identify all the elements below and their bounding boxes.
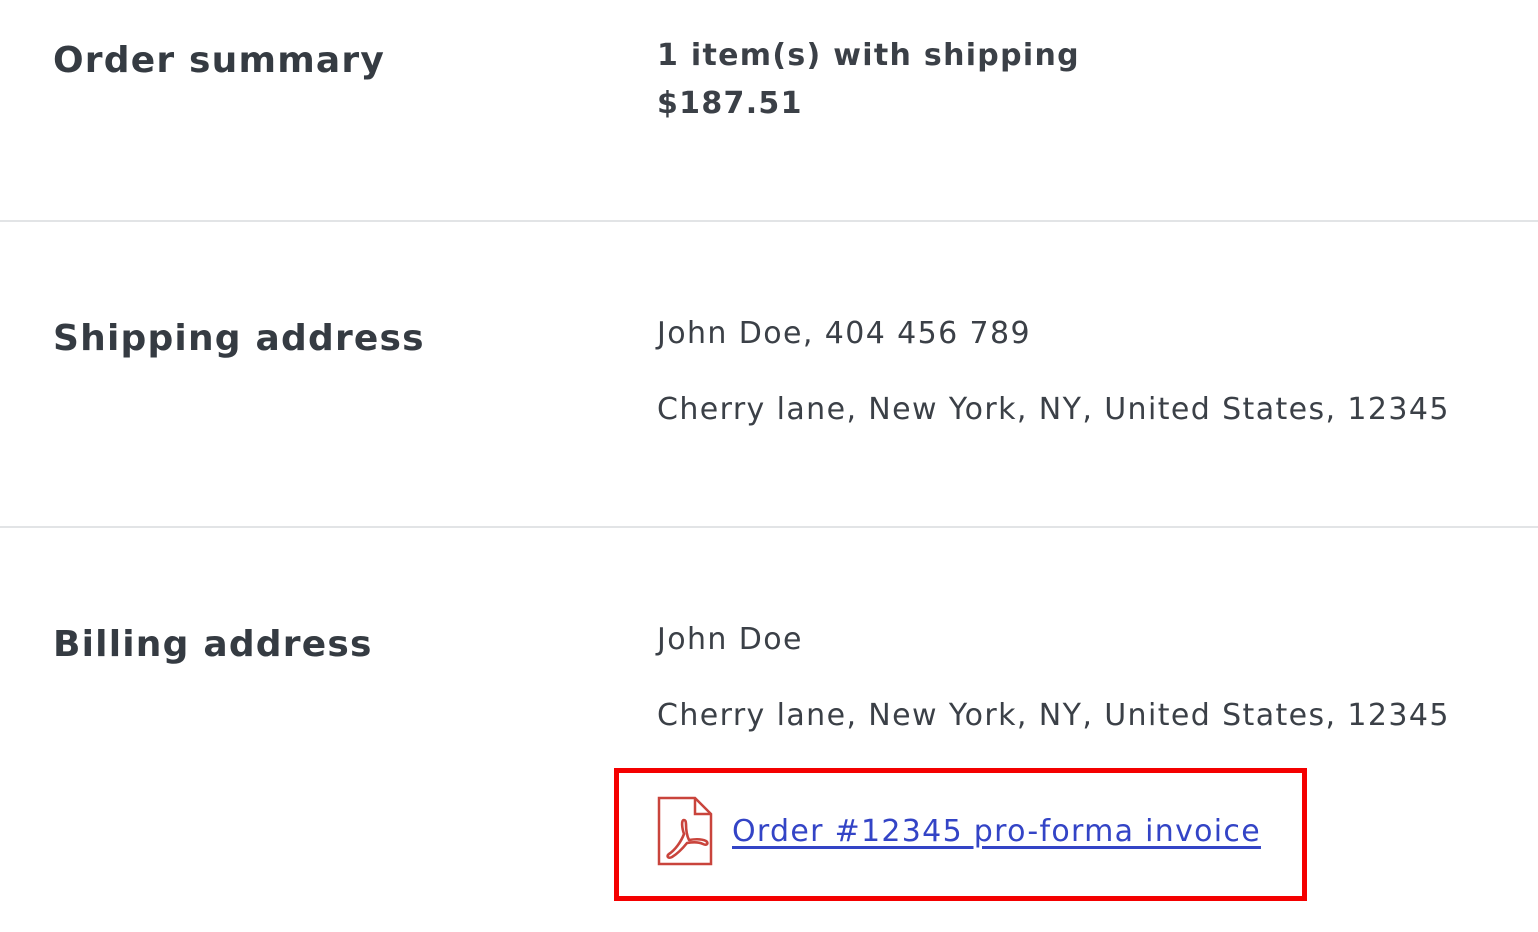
- invoice-link-text[interactable]: Order #12345 pro-forma invoice: [732, 814, 1261, 849]
- invoice-download-link[interactable]: Order #12345 pro-forma invoice: [657, 796, 1261, 866]
- shipping-address-label: Shipping address: [53, 318, 425, 359]
- billing-address-label: Billing address: [53, 624, 373, 665]
- pdf-file-icon: [657, 796, 713, 866]
- section-divider: [0, 526, 1538, 528]
- billing-name: John Doe: [657, 622, 803, 657]
- order-summary-label: Order summary: [53, 40, 386, 81]
- shipping-address-line: Cherry lane, New York, NY, United States…: [657, 392, 1450, 427]
- order-total: $187.51: [657, 86, 803, 121]
- section-divider: [0, 220, 1538, 222]
- billing-address-line: Cherry lane, New York, NY, United States…: [657, 698, 1450, 733]
- shipping-name-phone: John Doe, 404 456 789: [657, 316, 1032, 351]
- order-items-text: 1 item(s) with shipping: [657, 38, 1080, 73]
